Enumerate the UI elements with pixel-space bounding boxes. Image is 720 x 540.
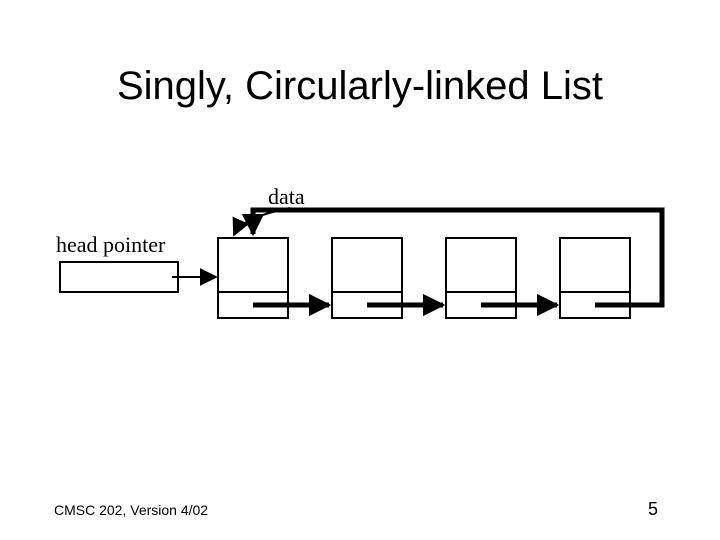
linked-list-diagram (0, 0, 720, 540)
footer-text: CMSC 202, Version 4/02 (54, 502, 208, 518)
page-number: 5 (648, 499, 658, 520)
